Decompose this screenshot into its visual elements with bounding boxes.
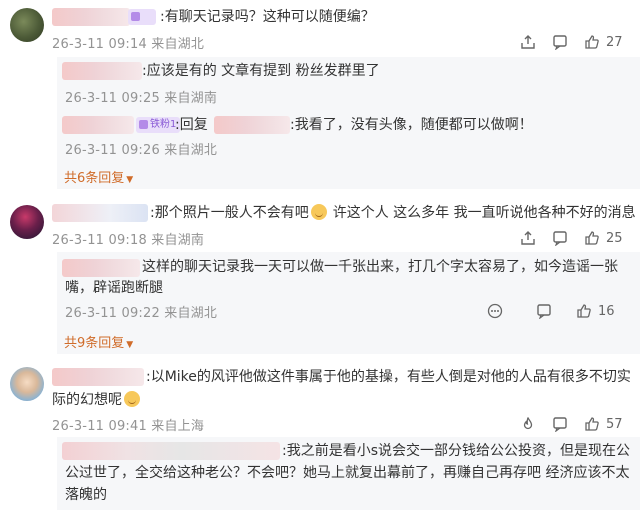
expand-label: 共9条回复: [64, 336, 125, 351]
reply-location: 来自湖北: [164, 306, 218, 321]
comment-actions: 27: [520, 32, 623, 52]
reply-text: :应该是有的 文章有提到 粉丝发群里了: [142, 63, 380, 79]
reply-time: 26-3-11 09:22: [65, 306, 160, 321]
reply-username-blurred[interactable]: [62, 259, 140, 277]
thumb-up-icon[interactable]: [584, 34, 600, 50]
fire-icon[interactable]: [520, 416, 536, 432]
username-blurred[interactable]: [52, 8, 130, 26]
mention-blurred[interactable]: [214, 116, 290, 134]
like-count: 27: [606, 34, 623, 50]
reply-text-line: :我之前是看小s说会交一部分钱给公公投资，但是现在公: [282, 443, 631, 459]
chevron-down-icon: ▼: [126, 175, 134, 185]
smile-emoji-icon: [124, 391, 140, 407]
fan-badge: 铁粉1: [136, 117, 181, 133]
thumb-up-icon[interactable]: [584, 230, 600, 246]
expand-replies-button[interactable]: 共9条回复 ▼: [64, 332, 133, 351]
reply-actions: 16: [487, 301, 615, 321]
like-count: 16: [598, 303, 615, 319]
expand-replies-button[interactable]: 共6条回复 ▼: [64, 167, 133, 186]
thumb-up-icon[interactable]: [576, 303, 592, 319]
reply-text: :我看了，没有头像，随便都可以做啊！: [290, 117, 533, 133]
chevron-down-icon: ▼: [126, 340, 134, 350]
comment-icon[interactable]: [552, 34, 568, 50]
share-icon[interactable]: [520, 230, 536, 246]
reply-meta: 26-3-11 09:22 来自湖北: [65, 302, 217, 321]
reply-text-line: 嘴，辟谣跑断腿: [65, 280, 163, 296]
expand-label: 共6条回复: [64, 171, 125, 186]
reply-time: 26-3-11 09:25: [65, 91, 160, 106]
like-count: 25: [606, 230, 623, 246]
comment-text: :有聊天记录吗？这种可以随便编？: [160, 9, 375, 25]
comment-meta: 26-3-11 09:14 来自湖北: [52, 33, 204, 52]
comment-actions: 25: [520, 228, 623, 248]
comment-time: 26-3-11 09:18: [52, 233, 147, 248]
reply-location: 来自湖北: [164, 143, 218, 158]
reply-text-line: 公过世了，全交给这种老公？不会吧？她马上就复出幕前了，再赚自己再存吧 经济应该不…: [65, 465, 630, 481]
comment-icon[interactable]: [536, 303, 552, 319]
reply-time: 26-3-11 09:26: [65, 143, 160, 158]
comment-time: 26-3-11 09:41: [52, 419, 147, 434]
comment-location: 来自湖北: [151, 37, 205, 52]
reply-prefix: :回复: [175, 117, 208, 133]
like-count: 57: [606, 416, 623, 432]
comment-icon[interactable]: [552, 230, 568, 246]
comment-text: :那个照片一般人不会有吧 许这个人 这么多年 我一直听说他各种不好的消息: [150, 204, 636, 221]
comment-actions: 57: [520, 414, 623, 434]
comment-text-line: :以Mike的风评他做这件事属于他的基操，有些人倒是对他的人品有很多不切实: [146, 369, 631, 385]
comment-location: 来自湖南: [151, 233, 205, 248]
avatar[interactable]: [10, 205, 44, 239]
comment-time: 26-3-11 09:14: [52, 37, 147, 52]
username-blurred[interactable]: [52, 368, 144, 386]
share-icon[interactable]: [520, 34, 536, 50]
reply-username-blurred[interactable]: [62, 62, 142, 80]
more-options-icon[interactable]: [487, 303, 503, 319]
smile-emoji-icon: [310, 204, 327, 220]
comment-meta: 26-3-11 09:18 来自湖南: [52, 229, 204, 248]
reply-text-line: 落魄的: [65, 487, 107, 503]
reply-username-blurred[interactable]: [62, 116, 134, 134]
reply-location: 来自湖南: [164, 91, 218, 106]
reply-text-line: 这样的聊天记录我一天可以做一千张出来，打几个字太容易了，如今造谣一张: [142, 259, 618, 275]
fan-badge: [128, 9, 156, 25]
comment-meta: 26-3-11 09:41 来自上海: [52, 415, 204, 434]
comment-text-line: 际的幻想呢: [52, 389, 140, 411]
reply-meta: 26-3-11 09:26 来自湖北: [65, 139, 217, 158]
reply-meta: 26-3-11 09:25 来自湖南: [65, 87, 217, 106]
thumb-up-icon[interactable]: [584, 416, 600, 432]
username-blurred[interactable]: [52, 204, 148, 222]
comment-icon[interactable]: [552, 416, 568, 432]
reply-username-blurred[interactable]: [62, 442, 280, 460]
comment-location: 来自上海: [151, 419, 205, 434]
avatar[interactable]: [10, 8, 44, 42]
avatar[interactable]: [10, 367, 44, 401]
